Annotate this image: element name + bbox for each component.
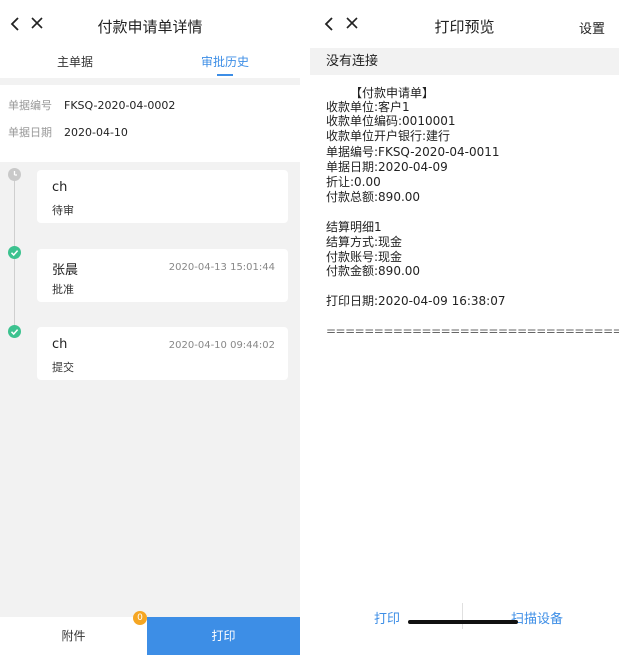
- doc-date-value: 2020-04-10: [64, 126, 128, 139]
- receipt-line: 付款金额:890.00: [326, 264, 421, 278]
- doc-number-row: 单据编号 FKSQ-2020-04-0002: [8, 97, 175, 113]
- page-title: 付款申请单详情: [97, 18, 203, 36]
- tab-approval-history[interactable]: 审批历史: [150, 53, 300, 70]
- receipt-line: 收款单位:客户1: [326, 100, 410, 114]
- approval-status: 提交: [52, 361, 74, 374]
- bottom-action-bar: 附件 0 打印: [0, 611, 300, 655]
- receipt-preview: 【付款申请单】 收款单位:客户1 收款单位编码:0010001 收款单位开户银行…: [310, 75, 619, 600]
- print-button[interactable]: 打印: [374, 608, 400, 627]
- print-date: 打印日期:2020-04-09 16:38:07: [326, 294, 506, 308]
- active-tab-indicator: [217, 74, 233, 76]
- receipt-separator: ================================: [326, 324, 619, 338]
- settings-button[interactable]: 设置: [579, 18, 605, 37]
- approval-status: 批准: [52, 283, 74, 296]
- receipt-line: 付款总额:890.00: [326, 190, 421, 204]
- timeline-item: ch 待审: [37, 170, 288, 223]
- receipt-line: 收款单位开户银行:建行: [326, 129, 451, 143]
- receipt-line: 折让:0.00: [326, 175, 381, 189]
- timeline-item: 张晨 批准 2020-04-13 15:01:44: [37, 249, 288, 302]
- doc-date-row: 单据日期 2020-04-10: [8, 124, 128, 140]
- attachments-button[interactable]: 附件: [0, 617, 147, 655]
- doc-number-value: FKSQ-2020-04-0002: [64, 99, 176, 112]
- approver-name: 张晨: [52, 263, 79, 278]
- receipt-line: 收款单位编码:0010001: [326, 114, 456, 128]
- approver-name: ch: [52, 337, 68, 352]
- home-indicator: [408, 620, 518, 624]
- document-info-card: 单据编号 FKSQ-2020-04-0002 单据日期 2020-04-10: [0, 85, 300, 162]
- doc-number-label: 单据编号: [8, 99, 52, 112]
- receipt-line: 结算明细1: [326, 220, 382, 234]
- receipt-line: 结算方式:现金: [326, 235, 403, 249]
- timeline-item: ch 提交 2020-04-10 09:44:02: [37, 327, 288, 380]
- attachment-count-badge: 0: [133, 611, 147, 625]
- receipt-line: 单据编号:FKSQ-2020-04-0011: [326, 145, 500, 159]
- tab-main-document[interactable]: 主单据: [0, 53, 150, 70]
- print-preview-screen: 打印预览 设置 没有连接 【付款申请单】 收款单位:客户1 收款单位编码:001…: [310, 0, 619, 655]
- page-title: 打印预览: [434, 18, 495, 36]
- navbar: 付款申请单详情: [0, 0, 300, 48]
- print-button[interactable]: 打印: [147, 617, 300, 655]
- approval-time: 2020-04-13 15:01:44: [168, 262, 275, 273]
- approval-status: 待审: [52, 204, 74, 217]
- tab-bar: 主单据 审批历史: [0, 48, 300, 78]
- receipt-heading: 【付款申请单】: [350, 86, 435, 100]
- check-icon: [8, 246, 21, 259]
- scan-devices-button[interactable]: 扫描设备: [511, 608, 563, 627]
- approval-detail-screen: 付款申请单详情 主单据 审批历史 单据编号 FKSQ-2020-04-0002 单…: [0, 0, 300, 655]
- footer-divider: [462, 603, 463, 629]
- approver-name: ch: [52, 180, 68, 195]
- connection-status: 没有连接: [326, 54, 379, 69]
- receipt-line: 单据日期:2020-04-09: [326, 160, 448, 174]
- approval-time: 2020-04-10 09:44:02: [168, 340, 275, 351]
- doc-date-label: 单据日期: [8, 126, 52, 139]
- clock-icon: [8, 168, 21, 181]
- navbar: 打印预览 设置: [310, 0, 619, 48]
- preview-footer: 打印 扫描设备: [310, 600, 619, 655]
- check-icon: [8, 325, 21, 338]
- receipt-line: 付款账号:现金: [326, 250, 403, 264]
